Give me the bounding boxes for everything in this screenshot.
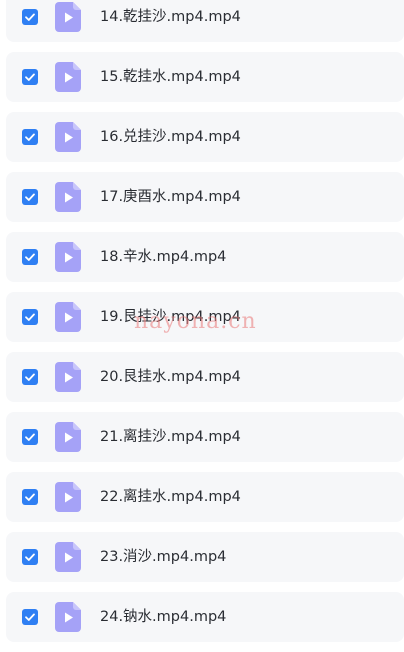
file-name[interactable]: 24.钠水.mp4.mp4: [100, 607, 226, 627]
file-row[interactable]: 21.离挂沙.mp4.mp4: [6, 412, 404, 462]
file-row[interactable]: 16.兑挂沙.mp4.mp4: [6, 112, 404, 162]
file-row[interactable]: 17.庚酉水.mp4.mp4: [6, 172, 404, 222]
file-name[interactable]: 20.艮挂水.mp4.mp4: [100, 367, 241, 387]
checkbox-checked-icon[interactable]: [22, 309, 38, 325]
video-file-icon: [55, 602, 81, 632]
checkbox-checked-icon[interactable]: [22, 429, 38, 445]
file-row[interactable]: 20.艮挂水.mp4.mp4: [6, 352, 404, 402]
video-file-icon: [55, 2, 81, 32]
file-name[interactable]: 17.庚酉水.mp4.mp4: [100, 187, 241, 207]
file-name[interactable]: 15.乾挂水.mp4.mp4: [100, 67, 241, 87]
video-file-icon: [55, 302, 81, 332]
checkbox-checked-icon[interactable]: [22, 249, 38, 265]
file-name[interactable]: 14.乾挂沙.mp4.mp4: [100, 7, 241, 27]
video-file-icon: [55, 62, 81, 92]
checkbox-checked-icon[interactable]: [22, 609, 38, 625]
video-file-icon: [55, 242, 81, 272]
file-row[interactable]: 23.消沙.mp4.mp4: [6, 532, 404, 582]
file-list: 14.乾挂沙.mp4.mp4 15.乾挂水.mp4.mp4 16.兑挂沙.mp4…: [0, 0, 404, 652]
checkbox-checked-icon[interactable]: [22, 129, 38, 145]
file-name[interactable]: 18.辛水.mp4.mp4: [100, 247, 226, 267]
file-name[interactable]: 21.离挂沙.mp4.mp4: [100, 427, 241, 447]
video-file-icon: [55, 122, 81, 152]
video-file-icon: [55, 542, 81, 572]
file-row[interactable]: 14.乾挂沙.mp4.mp4: [6, 0, 404, 42]
checkbox-checked-icon[interactable]: [22, 69, 38, 85]
video-file-icon: [55, 422, 81, 452]
checkbox-checked-icon[interactable]: [22, 489, 38, 505]
file-name[interactable]: 19.艮挂沙.mp4.mp4: [100, 307, 241, 327]
file-row[interactable]: 18.辛水.mp4.mp4: [6, 232, 404, 282]
file-row[interactable]: 15.乾挂水.mp4.mp4: [6, 52, 404, 102]
checkbox-checked-icon[interactable]: [22, 9, 38, 25]
checkbox-checked-icon[interactable]: [22, 369, 38, 385]
checkbox-checked-icon[interactable]: [22, 189, 38, 205]
file-name[interactable]: 23.消沙.mp4.mp4: [100, 547, 226, 567]
video-file-icon: [55, 182, 81, 212]
video-file-icon: [55, 362, 81, 392]
checkbox-checked-icon[interactable]: [22, 549, 38, 565]
file-row[interactable]: 22.离挂水.mp4.mp4: [6, 472, 404, 522]
file-row[interactable]: 24.钠水.mp4.mp4: [6, 592, 404, 642]
file-name[interactable]: 16.兑挂沙.mp4.mp4: [100, 127, 241, 147]
video-file-icon: [55, 482, 81, 512]
file-row[interactable]: 19.艮挂沙.mp4.mp4: [6, 292, 404, 342]
file-name[interactable]: 22.离挂水.mp4.mp4: [100, 487, 241, 507]
